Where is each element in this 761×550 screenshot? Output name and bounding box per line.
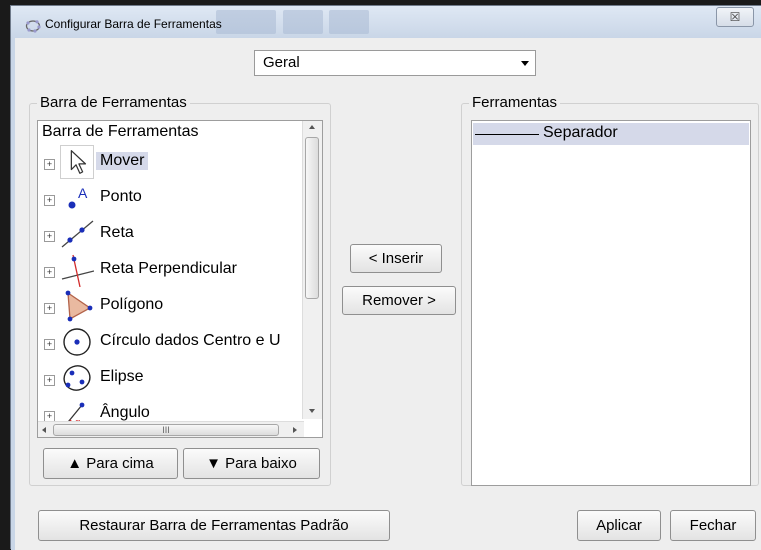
scroll-left-icon[interactable]: [42, 427, 46, 433]
ellipse-icon: [60, 361, 94, 395]
expand-icon[interactable]: +: [44, 267, 55, 278]
toolbar-tree[interactable]: Barra de Ferramentas + Mover + A Ponto +: [37, 120, 323, 438]
tree-root-label: Barra de Ferramentas: [42, 123, 199, 140]
background-toolbar-ghost: [216, 10, 276, 34]
tree-item-label: Mover: [96, 152, 149, 170]
close-button[interactable]: Fechar: [670, 510, 756, 541]
title-bar[interactable]: Configurar Barra de Ferramentas ☒: [11, 6, 761, 38]
separator-line-icon: [475, 134, 539, 135]
tree-item-label: Círculo dados Centro e U: [100, 332, 281, 349]
tree-item-ponto[interactable]: + A Ponto: [38, 181, 302, 217]
restore-default-toolbar-button[interactable]: Restaurar Barra de Ferramentas Padrão: [38, 510, 390, 541]
polygon-icon: [60, 289, 94, 323]
tree-item-label: Reta Perpendicular: [100, 260, 237, 277]
expand-icon[interactable]: +: [44, 159, 55, 170]
move-cursor-icon: [60, 145, 94, 179]
scroll-grip: III: [162, 425, 170, 435]
tree-item-label: Ângulo: [100, 404, 150, 421]
background-toolbar-ghost: [283, 10, 323, 34]
toolbar-group-label: Barra de Ferramentas: [37, 94, 190, 111]
perpendicular-line-icon: [60, 253, 94, 287]
circle-center-point-icon: [60, 325, 94, 359]
apply-button[interactable]: Aplicar: [577, 510, 661, 541]
tools-list[interactable]: Separador: [471, 120, 751, 486]
tool-group-select-value: Geral: [263, 54, 300, 71]
move-up-button[interactable]: ▲ Para cima: [43, 448, 178, 479]
point-icon: A: [60, 181, 94, 215]
svg-text:A: A: [78, 185, 88, 201]
horizontal-scroll-thumb[interactable]: III: [53, 424, 279, 436]
tree-item-label: Polígono: [100, 296, 164, 313]
window-title: Configurar Barra de Ferramentas: [45, 17, 222, 31]
tree-horizontal-scrollbar[interactable]: III: [38, 421, 304, 437]
tree-item-poligono[interactable]: + Polígono: [38, 289, 302, 325]
tree-item-label: Elipse: [100, 368, 144, 385]
tree-vertical-scrollbar[interactable]: [302, 121, 322, 419]
tree-item-reta[interactable]: + Reta: [38, 217, 302, 253]
tree-item-label: Ponto: [100, 188, 142, 205]
list-item-separador[interactable]: Separador: [473, 123, 749, 145]
dialog-content: Geral Barra de Ferramentas Ferramentas B…: [11, 38, 761, 550]
tool-group-select[interactable]: Geral: [254, 50, 536, 76]
geogebra-icon: [25, 20, 41, 33]
insert-button[interactable]: < Inserir: [350, 244, 442, 273]
scroll-right-icon[interactable]: [293, 427, 297, 433]
expand-icon[interactable]: +: [44, 231, 55, 242]
move-down-button[interactable]: ▼ Para baixo: [183, 448, 320, 479]
tree-item-reta-perpendicular[interactable]: + Reta Perpendicular: [38, 253, 302, 289]
background-toolbar-ghost: [329, 10, 369, 34]
remove-button[interactable]: Remover >: [342, 286, 456, 315]
vertical-scroll-thumb[interactable]: [305, 137, 319, 299]
expand-icon[interactable]: +: [44, 303, 55, 314]
close-window-button[interactable]: ☒: [716, 7, 754, 27]
tree-item-elipse[interactable]: + Elipse: [38, 361, 302, 397]
expand-icon[interactable]: +: [44, 195, 55, 206]
scroll-up-icon[interactable]: [309, 125, 315, 129]
tree-item-label: Reta: [100, 224, 134, 241]
scroll-down-icon[interactable]: [309, 409, 315, 413]
expand-icon[interactable]: +: [44, 339, 55, 350]
tree-item-mover[interactable]: + Mover: [38, 145, 302, 181]
line-icon: [60, 217, 94, 251]
expand-icon[interactable]: +: [44, 375, 55, 386]
chevron-down-icon[interactable]: [521, 61, 529, 66]
list-item-label: Separador: [543, 124, 618, 141]
tree-item-circulo[interactable]: + Círculo dados Centro e U: [38, 325, 302, 361]
toolbar-config-dialog: Configurar Barra de Ferramentas ☒ Geral …: [10, 5, 761, 550]
tools-group-label: Ferramentas: [469, 94, 561, 111]
